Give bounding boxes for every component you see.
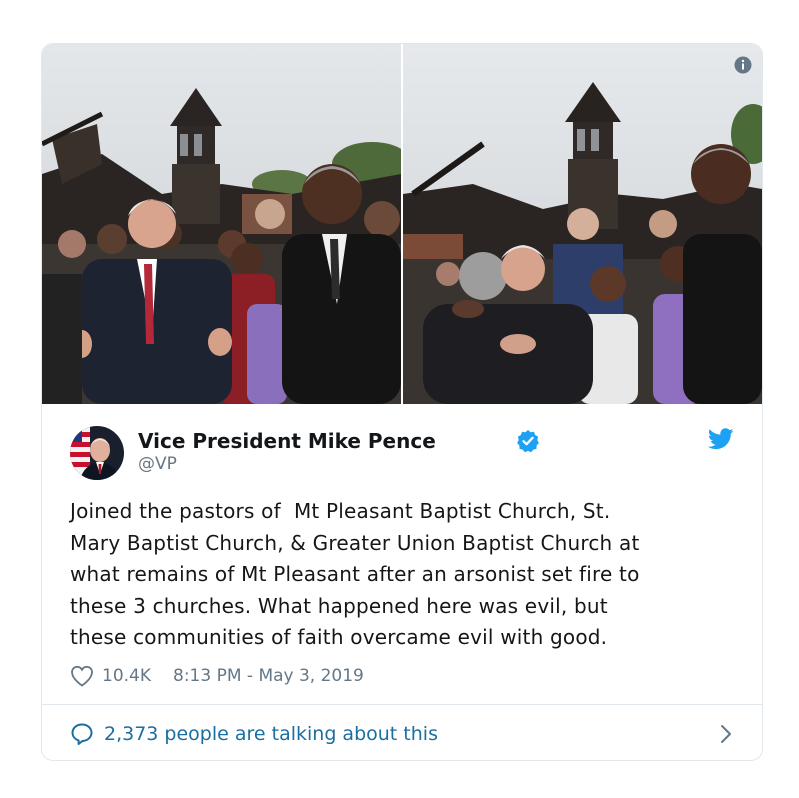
avatar-image [70,426,124,480]
like-count[interactable]: 10.4K [102,666,151,686]
speech-bubble-icon [71,723,93,745]
tweet-photo-1[interactable] [42,44,401,404]
twitter-bird-icon[interactable] [708,428,734,450]
tweet-timestamp[interactable]: 8:13 PM - May 3, 2019 [173,666,364,686]
photo-2-image [403,44,762,404]
verified-badge-icon [517,430,539,453]
photo-1-image [42,44,401,404]
tweet-photo-2[interactable] [403,44,762,404]
tweet-text: Joined the pastors of Mt Pleasant Baptis… [70,499,640,649]
chevron-right-icon [721,725,731,743]
talking-about-label: 2,373 people are talking about this [104,723,438,745]
heart-icon[interactable] [70,665,94,687]
avatar[interactable] [70,426,124,480]
tweet-media [42,44,762,404]
author-name[interactable]: Vice President Mike Pence [138,428,436,454]
author-handle[interactable]: @VP [138,454,177,474]
card-divider [42,704,762,705]
info-icon[interactable] [734,56,752,74]
tweet-card: Vice President Mike Pence @VP Joined the… [41,43,763,761]
tweet-header: Vice President Mike Pence @VP [70,424,734,480]
conversation-link[interactable]: 2,373 people are talking about this [70,720,734,748]
tweet-meta: 10.4K 8:13 PM - May 3, 2019 [70,663,364,689]
